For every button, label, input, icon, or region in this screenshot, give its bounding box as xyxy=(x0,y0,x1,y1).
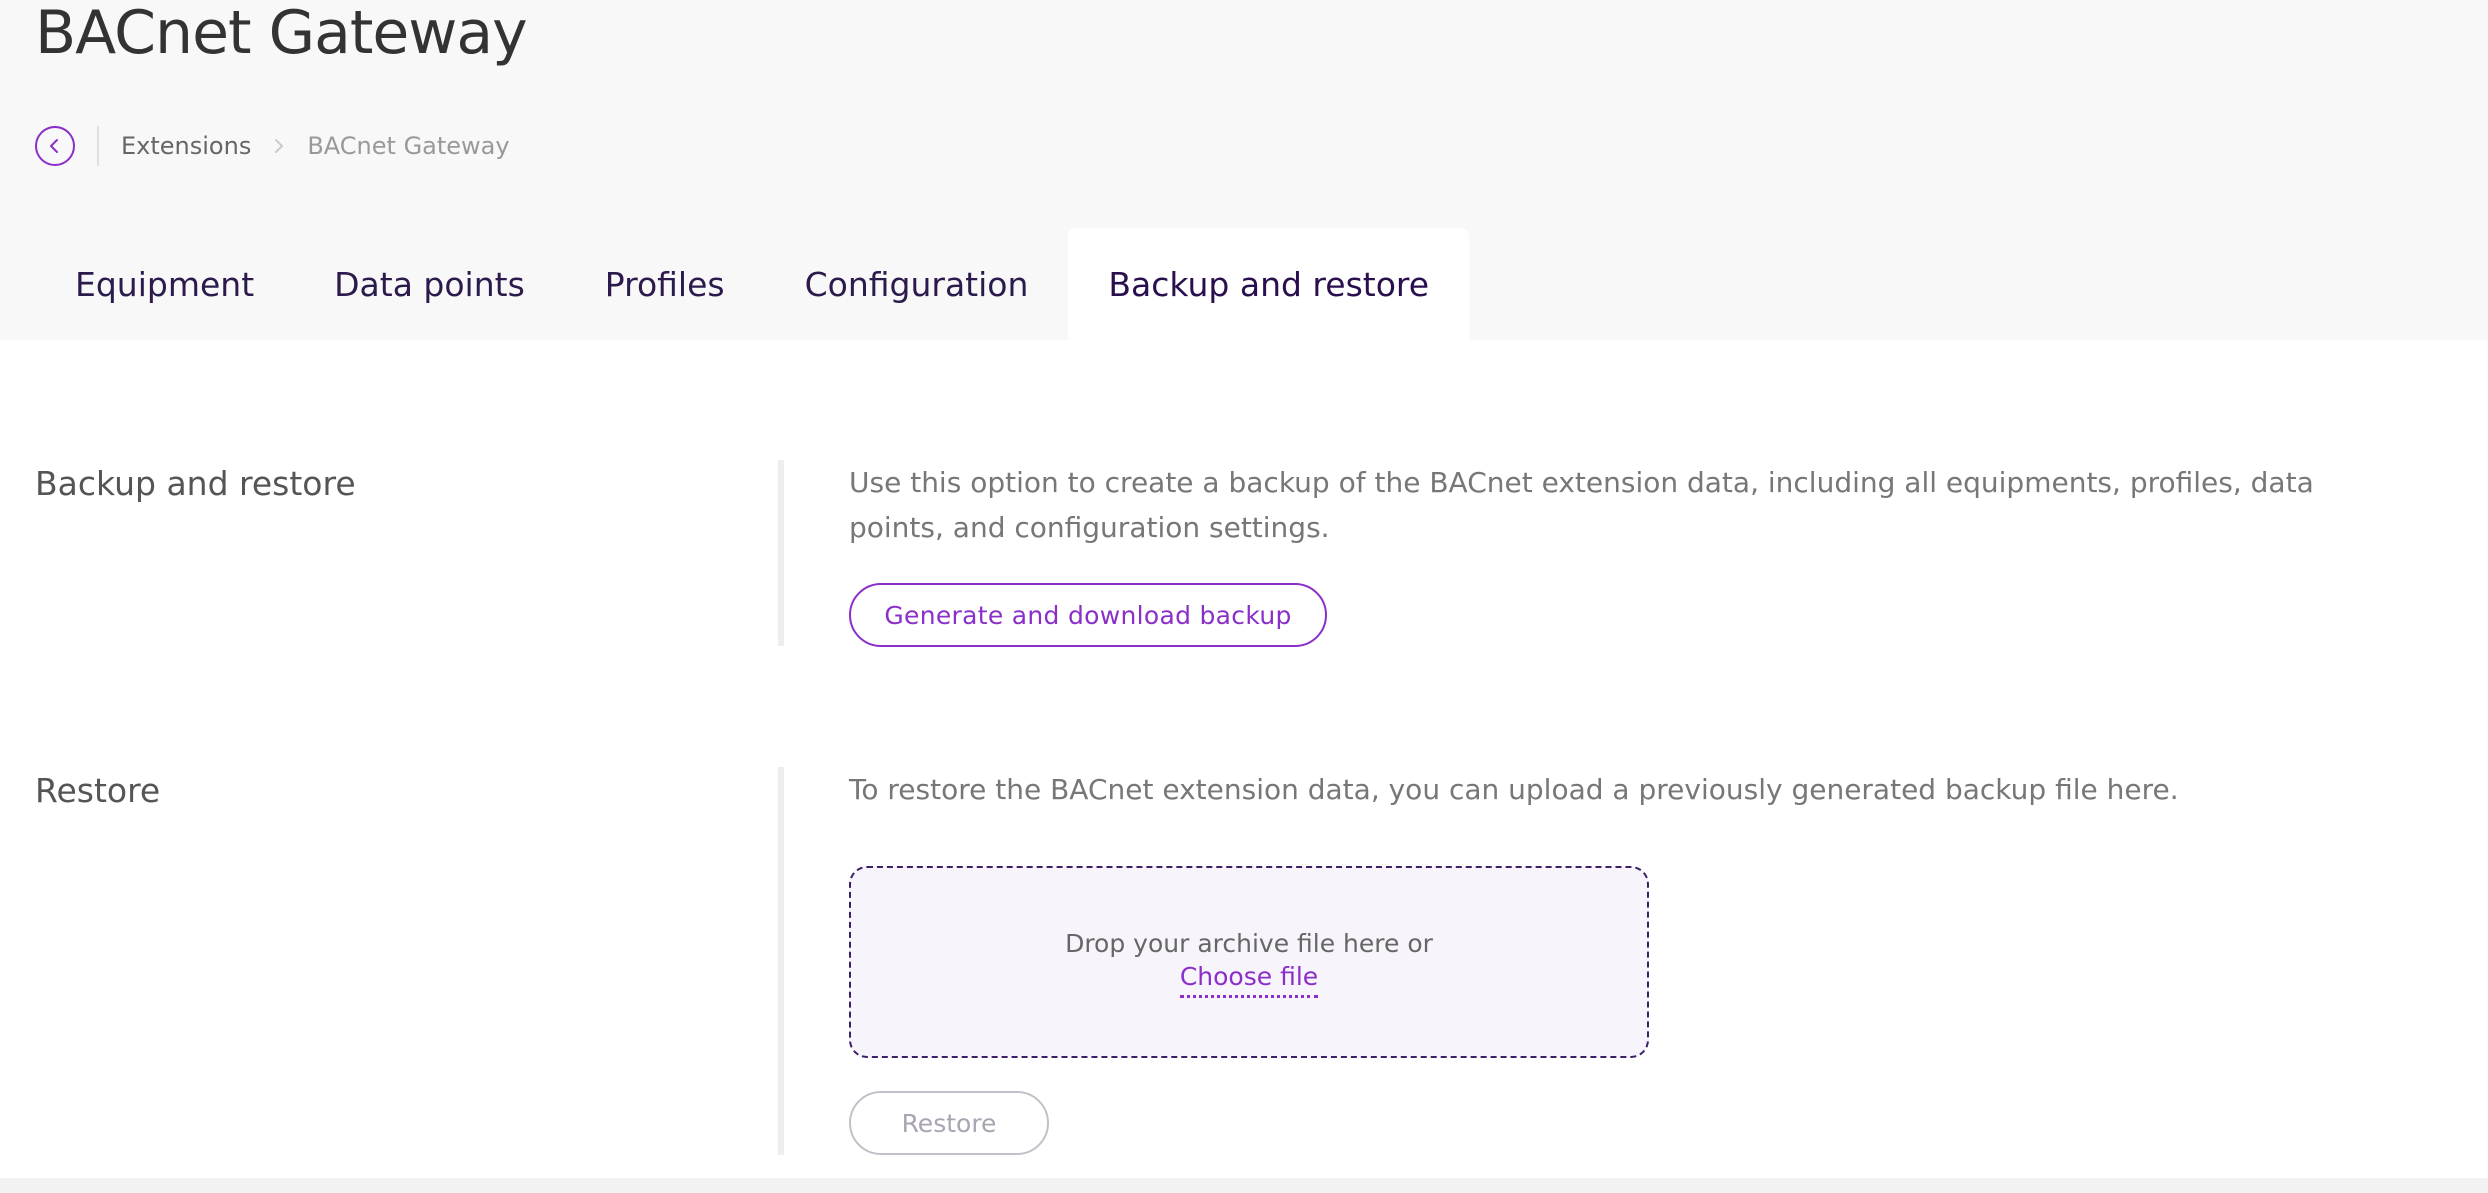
breadcrumb-divider xyxy=(97,126,99,166)
page-header: BACnet Gateway Extensions BACnet Gateway… xyxy=(0,0,2488,340)
backup-section-divider xyxy=(778,460,784,646)
choose-file-link[interactable]: Choose file xyxy=(1179,960,1319,998)
chevron-left-icon xyxy=(50,139,58,153)
page-title: BACnet Gateway xyxy=(35,0,528,68)
back-button[interactable] xyxy=(35,126,75,166)
tab-backup-and-restore[interactable]: Backup and restore xyxy=(1068,228,1470,340)
tab-equipment[interactable]: Equipment xyxy=(35,228,294,340)
tab-data-points[interactable]: Data points xyxy=(294,228,565,340)
footer-bar xyxy=(0,1178,2488,1193)
breadcrumb: Extensions BACnet Gateway xyxy=(35,125,510,167)
file-dropzone[interactable]: Drop your archive file here or Choose fi… xyxy=(849,866,1649,1058)
dropzone-text: Drop your archive file here or xyxy=(1065,928,1433,958)
breadcrumb-item-current: BACnet Gateway xyxy=(307,132,510,160)
tab-bar: Equipment Data points Profiles Configura… xyxy=(35,228,1470,340)
restore-description: To restore the BACnet extension data, yo… xyxy=(849,773,2179,806)
restore-button[interactable]: Restore xyxy=(849,1091,1049,1155)
backup-section-title: Backup and restore xyxy=(35,464,356,503)
main-content: Backup and restore Use this option to cr… xyxy=(0,340,2488,1178)
tab-configuration[interactable]: Configuration xyxy=(765,228,1069,340)
generate-backup-button[interactable]: Generate and download backup xyxy=(849,583,1327,647)
restore-section-title: Restore xyxy=(35,771,161,810)
backup-description: Use this option to create a backup of th… xyxy=(849,466,2314,544)
restore-section-divider xyxy=(778,767,784,1155)
breadcrumb-item-extensions[interactable]: Extensions xyxy=(121,132,251,160)
chevron-right-icon xyxy=(273,137,285,155)
tab-profiles[interactable]: Profiles xyxy=(565,228,765,340)
